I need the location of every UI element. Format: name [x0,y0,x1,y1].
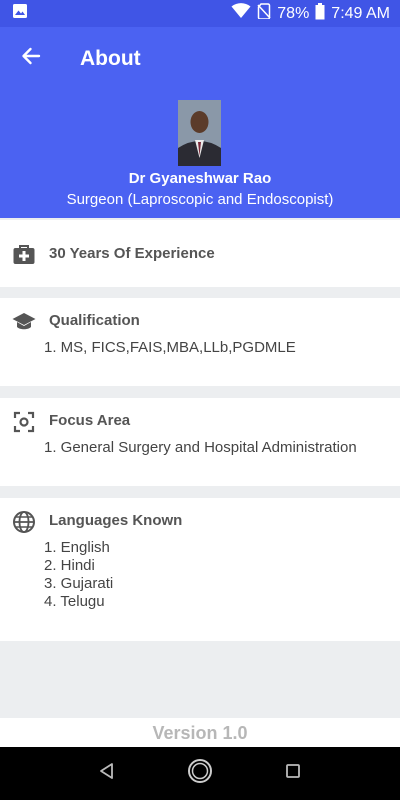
languages-list: 1. English 2. Hindi 3. Gujarati 4. Telug… [44,539,113,611]
square-recents-icon [285,763,301,784]
focus-area-heading: Focus Area [49,412,131,429]
focus-area-item: 1. General Surgery and Hospital Administ… [44,439,357,456]
nav-home-button[interactable] [180,754,220,794]
center-focus-icon [12,410,36,434]
languages-card: Languages Known 1. English 2. Hindi 3. G… [0,498,400,641]
qualification-item: 1. MS, FICS,FAIS,MBA,LLb,PGDMLE [44,339,296,356]
nav-recents-button[interactable] [273,754,313,794]
arrow-back-icon [21,46,41,71]
qualification-list: 1. MS, FICS,FAIS,MBA,LLb,PGDMLE [44,339,296,357]
qualification-heading: Qualification [49,312,140,329]
doctor-specialty: Surgeon (Laproscopic and Endoscopist) [66,191,334,208]
version-label: Version 1.0 [152,723,248,743]
medical-kit-icon [12,242,36,266]
graduation-cap-icon [12,310,36,334]
doctor-photo [178,100,221,166]
language-item: 3. Gujarati [44,575,114,592]
profile-header: Dr Gyaneshwar Rao Surgeon (Laproscopic a… [0,90,400,218]
home-circle-icon [187,758,213,789]
system-nav-bar [0,747,400,800]
app-bar: About [0,27,400,90]
focus-area-list: 1. General Surgery and Hospital Administ… [44,439,357,457]
language-item: 2. Hindi [44,557,95,574]
image-notification-icon [12,3,28,24]
languages-heading: Languages Known [49,512,183,529]
back-button[interactable] [0,27,62,90]
page-title: About [80,46,141,70]
clock: 7:49 AM [331,4,390,22]
language-item: 1. English [44,539,110,556]
language-item: 4. Telugu [44,593,105,610]
nav-back-button[interactable] [87,754,127,794]
battery-percent: 78% [277,4,310,22]
qualification-card: Qualification 1. MS, FICS,FAIS,MBA,LLb,P… [0,298,400,386]
no-sim-icon [257,3,271,24]
doctor-name: Dr Gyaneshwar Rao [128,170,272,187]
triangle-back-icon [98,762,116,785]
battery-icon [315,2,325,25]
status-bar: 78% 7:49 AM [0,0,400,27]
globe-icon [12,510,36,534]
focus-area-card: Focus Area 1. General Surgery and Hospit… [0,398,400,486]
wifi-icon [231,3,251,24]
experience-card: 30 Years Of Experience [0,220,400,287]
experience-heading: 30 Years Of Experience [49,245,215,262]
